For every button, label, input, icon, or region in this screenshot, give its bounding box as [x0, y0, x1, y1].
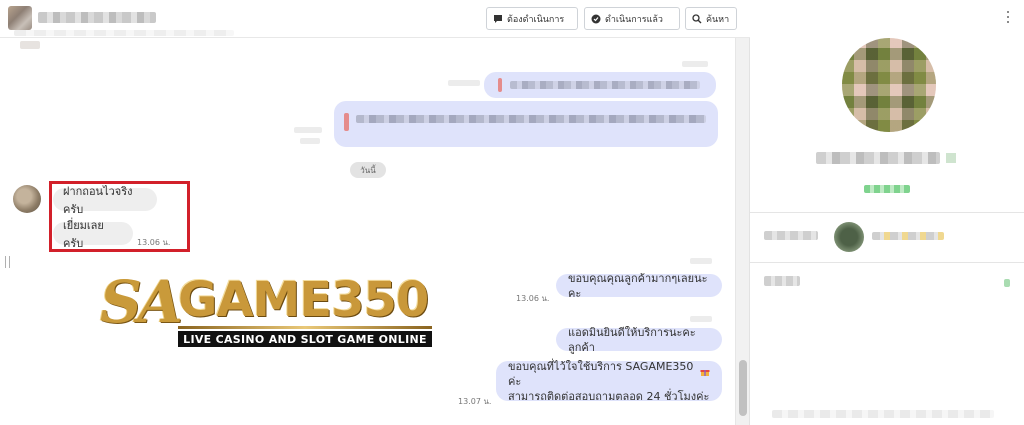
todo-button[interactable]: ต้องดำเนินการ	[486, 7, 578, 30]
contact-name-blurred	[38, 12, 156, 23]
outgoing-message: แอดมินยินดีให้บริการนะคะลูกค้า	[556, 326, 722, 354]
contact-tag-blurred	[20, 41, 40, 49]
outgoing-message-text: ขอบคุณคุณลูกค้ามากๆเลยนะคะ	[568, 271, 708, 300]
blurred-sender	[690, 258, 712, 264]
friend-avatar[interactable]	[834, 222, 864, 252]
blurred-time	[294, 127, 322, 133]
chat-bubble-icon	[493, 14, 503, 24]
chat-app: ต้องดำเนินการ ดำเนินการแล้ว ค้นหา วันนี้…	[0, 0, 1024, 425]
highlight-box	[49, 181, 190, 252]
outgoing-message: ขอบคุณคุณลูกค้ามากๆเลยนะคะ	[556, 272, 722, 300]
chat-scrollbar[interactable]	[735, 38, 749, 425]
done-button-label: ดำเนินการแล้ว	[605, 14, 663, 25]
message-time: 13.07 น.	[458, 397, 492, 406]
blurred-label	[764, 231, 818, 240]
search-button-label: ค้นหา	[706, 14, 730, 25]
contact-subtitle-blurred	[14, 30, 234, 36]
logo-sa-text: SA	[100, 268, 183, 336]
logo-tagline: LIVE CASINO AND SLOT GAME ONLINE	[178, 331, 432, 347]
logo-game-text: GAME350	[178, 272, 429, 328]
blurred-outgoing-message	[484, 72, 716, 98]
outgoing-message-text: แอดมินยินดีให้บริการนะคะลูกค้า	[568, 325, 696, 354]
profile-status-blurred	[864, 185, 910, 193]
blurred-note-body	[772, 410, 994, 418]
customer-avatar[interactable]	[13, 185, 41, 213]
panel-divider	[750, 262, 1024, 263]
logo-underline	[178, 326, 432, 329]
blurred-outgoing-message	[334, 101, 718, 147]
search-button[interactable]: ค้นหา	[685, 7, 737, 30]
profile-avatar	[842, 38, 936, 132]
profile-panel	[750, 0, 1024, 425]
blurred-note-action[interactable]	[1004, 279, 1010, 287]
outgoing-message-text: ขอบคุณที่ไว้ใจใช้บริการ SAGAME350 ค่ะ	[508, 359, 694, 388]
panel-divider	[750, 212, 1024, 213]
todo-button-label: ต้องดำเนินการ	[507, 14, 565, 25]
blurred-time	[300, 138, 320, 144]
blurred-sender	[690, 316, 712, 322]
date-separator: วันนี้	[350, 162, 386, 178]
outgoing-message: ขอบคุณที่ไว้ใจใช้บริการ SAGAME350 ค่ะ สา…	[496, 359, 722, 403]
check-chat-icon	[591, 14, 601, 24]
contact-avatar[interactable]	[8, 6, 32, 30]
outgoing-message-text: สามารถติดต่อสอบถามตลอด 24 ชั่วโมงค่ะ	[508, 389, 710, 403]
edit-name-icon[interactable]	[946, 153, 956, 163]
resize-handle[interactable]	[5, 256, 10, 268]
scrollbar-thumb[interactable]	[739, 360, 747, 416]
kebab-menu-icon[interactable]	[1007, 11, 1011, 23]
profile-name-blurred	[816, 152, 940, 164]
chat-header: ต้องดำเนินการ ดำเนินการแล้ว ค้นหา	[0, 0, 750, 38]
blurred-time	[682, 61, 708, 67]
message-time: 13.06 น.	[516, 294, 550, 303]
done-button[interactable]: ดำเนินการแล้ว	[584, 7, 680, 30]
chat-window: ต้องดำเนินการ ดำเนินการแล้ว ค้นหา วันนี้…	[0, 0, 750, 425]
search-icon	[692, 13, 702, 24]
blurred-time	[448, 80, 480, 86]
blurred-note-title	[764, 276, 800, 286]
sagame350-logo: SA GAME350 LIVE CASINO AND SLOT GAME ONL…	[100, 268, 435, 360]
gift-emoji-icon	[700, 366, 710, 381]
blurred-friend-name	[872, 232, 944, 240]
